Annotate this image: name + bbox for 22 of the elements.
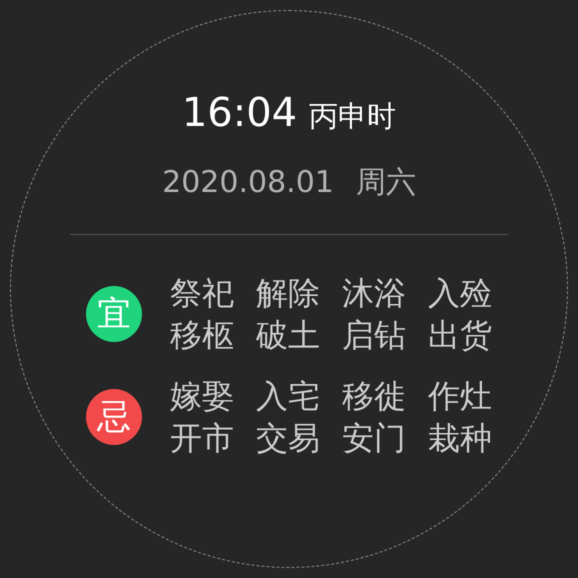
almanac-item: 移柩 xyxy=(170,315,234,356)
time: 16:04 xyxy=(182,91,298,135)
almanac-item: 破土 xyxy=(256,315,320,356)
almanac-item: 祭祀 xyxy=(170,273,234,314)
almanac-item: 解除 xyxy=(256,273,320,314)
almanac-item: 嫁娶 xyxy=(170,376,234,417)
almanac-item: 作灶 xyxy=(428,376,492,417)
almanac-item: 出货 xyxy=(428,315,492,356)
almanac-item: 交易 xyxy=(256,418,320,459)
almanac-item: 安门 xyxy=(342,418,406,459)
tag-badge: 忌 xyxy=(86,389,142,445)
almanac-item: 栽种 xyxy=(428,418,492,459)
almanac-item: 入殓 xyxy=(428,273,492,314)
almanac-item: 启钻 xyxy=(342,315,406,356)
date: 2020.08.01 xyxy=(162,164,334,202)
almanac-item: 沐浴 xyxy=(342,273,406,314)
almanac-item: 移徙 xyxy=(342,376,406,417)
hour-name: 丙申时 xyxy=(309,98,396,135)
weekday: 周六 xyxy=(356,164,416,202)
almanac-item: 开市 xyxy=(170,418,234,459)
almanac-item: 入宅 xyxy=(256,376,320,417)
tag-badge: 宜 xyxy=(86,286,142,342)
